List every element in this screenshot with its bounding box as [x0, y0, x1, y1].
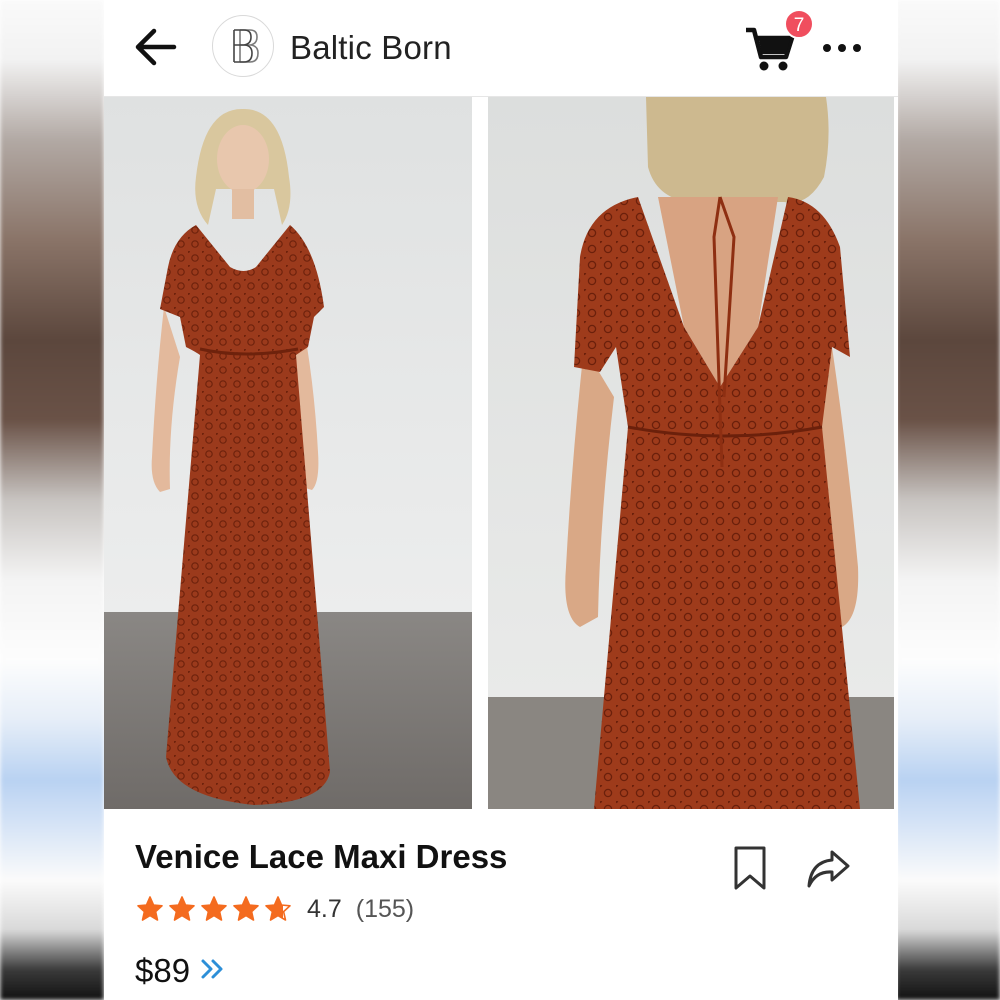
- dress-back-photo: [488, 97, 894, 809]
- price-details-button[interactable]: [198, 955, 228, 988]
- bookmark-icon: [734, 846, 766, 890]
- product-page: Baltic Born 7 Venice Lace Maxi Dress 4.7…: [104, 0, 898, 1000]
- top-bar: Baltic Born 7: [104, 0, 898, 97]
- store-logo[interactable]: [212, 15, 274, 77]
- cart-count-badge: 7: [784, 9, 814, 39]
- more-horizontal-icon: [823, 44, 861, 52]
- product-image-front[interactable]: [104, 97, 472, 809]
- star-icon: [137, 896, 163, 921]
- star-icon: [233, 896, 259, 921]
- arrow-left-icon: [135, 28, 177, 66]
- bookmark-button[interactable]: [728, 844, 772, 894]
- star-rating: [135, 895, 293, 923]
- rating-value: 4.7: [307, 894, 342, 923]
- store-name[interactable]: Baltic Born: [290, 29, 452, 67]
- rating-row[interactable]: 4.7 (155): [135, 892, 414, 926]
- price-row: $89: [135, 952, 228, 990]
- share-icon: [807, 850, 850, 888]
- back-button[interactable]: [130, 24, 182, 70]
- product-image-back[interactable]: [488, 97, 894, 809]
- more-options-button[interactable]: [818, 30, 868, 66]
- product-title: Venice Lace Maxi Dress: [135, 838, 508, 875]
- blurred-background-right: [896, 0, 1000, 1000]
- review-count[interactable]: (155): [356, 895, 414, 924]
- star-icon: [169, 896, 195, 921]
- product-price: $89: [135, 952, 191, 989]
- share-button[interactable]: [804, 846, 852, 892]
- product-image-gallery[interactable]: [104, 97, 898, 809]
- blurred-background-left: [0, 0, 104, 1000]
- baltic-born-logo-icon: [233, 29, 259, 63]
- double-chevron-right-icon: [201, 959, 223, 978]
- star-icon: [265, 896, 291, 921]
- star-icon: [201, 896, 227, 921]
- dress-front-photo: [104, 97, 472, 809]
